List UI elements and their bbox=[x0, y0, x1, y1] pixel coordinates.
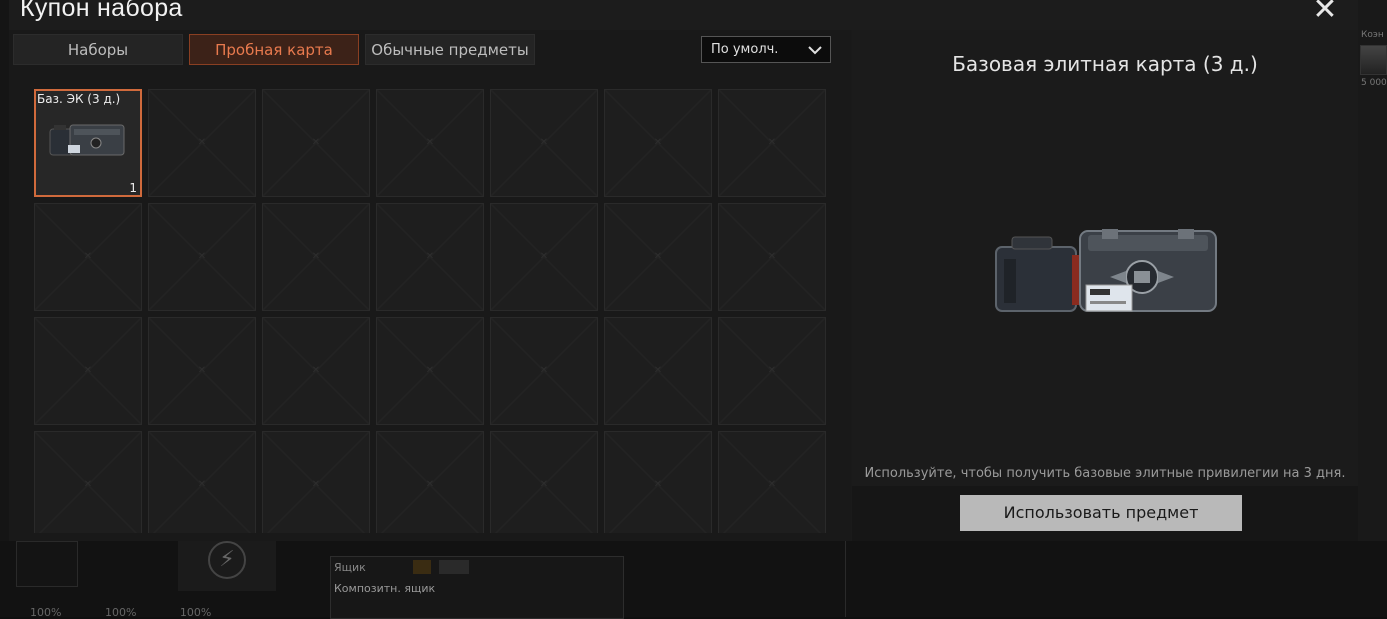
item-detail-description: Используйте, чтобы получить базовые элит… bbox=[864, 466, 1346, 481]
inventory-slot[interactable]: ✕ bbox=[718, 317, 826, 425]
empty-slot-icon: ✕ bbox=[767, 479, 777, 490]
empty-slot-icon: ✕ bbox=[653, 479, 663, 490]
tab-trial-card[interactable]: Пробная карта bbox=[189, 34, 359, 65]
item-detail-title: Базовая элитная карта (3 д.) bbox=[952, 52, 1258, 76]
background-slot bbox=[16, 541, 78, 587]
background-right-label: Коэн bbox=[1361, 30, 1384, 40]
inventory-slot[interactable]: ✕ bbox=[718, 89, 826, 197]
empty-slot-icon: ✕ bbox=[311, 479, 321, 490]
lightning-icon: ⚡ bbox=[208, 541, 246, 579]
dialog-title: Купон набора bbox=[20, 0, 183, 22]
set-coupon-dialog: Купон набора ✕ Наборы Пробная карта Обыч… bbox=[9, 0, 1358, 541]
empty-slot-icon: ✕ bbox=[311, 251, 321, 262]
inventory-slot[interactable]: ✕ bbox=[376, 89, 484, 197]
background-divider bbox=[845, 541, 846, 617]
empty-slot-icon: ✕ bbox=[197, 251, 207, 262]
inventory-slot[interactable]: ✕ bbox=[262, 431, 370, 533]
dialog-header: Купон набора ✕ bbox=[9, 0, 1358, 30]
pin-icon bbox=[439, 560, 469, 574]
empty-slot-icon: ✕ bbox=[197, 137, 207, 148]
empty-slot-icon: ✕ bbox=[197, 365, 207, 376]
inventory-slot[interactable]: ✕ bbox=[604, 317, 712, 425]
background-crate-subtitle: Композитн. ящик bbox=[334, 582, 436, 595]
inventory-slot[interactable]: ✕ bbox=[490, 203, 598, 311]
empty-slot-icon: ✕ bbox=[311, 365, 321, 376]
inventory-slot[interactable]: ✕ bbox=[376, 203, 484, 311]
inventory-slot[interactable]: ✕ bbox=[376, 317, 484, 425]
empty-slot-icon: ✕ bbox=[653, 251, 663, 262]
background-right-price: 5 000 bbox=[1361, 78, 1387, 88]
empty-slot-icon: ✕ bbox=[83, 479, 93, 490]
empty-slot-icon: ✕ bbox=[539, 137, 549, 148]
use-item-button[interactable]: Использовать предмет bbox=[960, 495, 1242, 531]
background-crate-card: Ящик Композитн. ящик bbox=[330, 556, 624, 619]
inventory-slot[interactable]: ✕ bbox=[148, 89, 256, 197]
shield-icon bbox=[413, 560, 431, 574]
inventory-panel: Наборы Пробная карта Обычные предметы По… bbox=[9, 30, 851, 541]
inventory-slot[interactable]: ✕ bbox=[604, 431, 712, 533]
inventory-slot[interactable]: ✕ bbox=[376, 431, 484, 533]
inventory-slot[interactable]: Баз. ЭК (3 д.) 1 bbox=[34, 89, 142, 197]
close-icon[interactable]: ✕ bbox=[1311, 0, 1339, 25]
inventory-slot[interactable]: ✕ bbox=[718, 203, 826, 311]
empty-slot-icon: ✕ bbox=[767, 137, 777, 148]
inventory-slot[interactable]: ✕ bbox=[490, 431, 598, 533]
background-right-panel: Коэн 5 000 bbox=[1358, 0, 1387, 617]
inventory-slot[interactable]: ✕ bbox=[148, 431, 256, 533]
empty-slot-icon: ✕ bbox=[767, 365, 777, 376]
empty-slot-icon: ✕ bbox=[653, 137, 663, 148]
inventory-grid: Баз. ЭК (3 д.) 1 ✕ ✕ ✕ ✕ ✕ ✕ ✕ ✕ ✕ ✕ ✕ ✕… bbox=[34, 89, 827, 533]
sort-dropdown-value: По умолч. bbox=[711, 42, 779, 57]
background-lightning-panel: ⚡ bbox=[178, 535, 276, 591]
background-left-strip bbox=[0, 0, 9, 617]
inventory-slot[interactable]: ✕ bbox=[262, 203, 370, 311]
background-crate-title: Ящик bbox=[334, 561, 366, 574]
empty-slot-icon: ✕ bbox=[425, 365, 435, 376]
empty-slot-icon: ✕ bbox=[425, 251, 435, 262]
inventory-slot[interactable]: ✕ bbox=[148, 203, 256, 311]
chevron-down-icon bbox=[808, 46, 822, 55]
item-label: Баз. ЭК (3 д.) bbox=[37, 92, 121, 106]
empty-slot-icon: ✕ bbox=[539, 251, 549, 262]
inventory-slot[interactable]: ✕ bbox=[718, 431, 826, 533]
inventory-slot[interactable]: ✕ bbox=[490, 317, 598, 425]
inventory-slot[interactable]: ✕ bbox=[34, 431, 142, 533]
empty-slot-icon: ✕ bbox=[311, 137, 321, 148]
empty-slot-icon: ✕ bbox=[83, 251, 93, 262]
empty-slot-icon: ✕ bbox=[767, 251, 777, 262]
empty-slot-icon: ✕ bbox=[425, 137, 435, 148]
case-icon bbox=[49, 124, 125, 156]
item-detail-panel: Базовая элитная карта (3 д.) Используйте… bbox=[852, 30, 1358, 541]
action-bar: Использовать предмет bbox=[852, 486, 1358, 541]
inventory-slot[interactable]: ✕ bbox=[490, 89, 598, 197]
item-count: 1 bbox=[129, 181, 137, 195]
empty-slot-icon: ✕ bbox=[539, 479, 549, 490]
background-thumbnail bbox=[1360, 45, 1387, 75]
tab-sets[interactable]: Наборы bbox=[13, 34, 183, 65]
empty-slot-icon: ✕ bbox=[425, 479, 435, 490]
inventory-slot[interactable]: ✕ bbox=[34, 203, 142, 311]
empty-slot-icon: ✕ bbox=[653, 365, 663, 376]
inventory-slot[interactable]: ✕ bbox=[34, 317, 142, 425]
background-stats: 100% 100% 100% bbox=[30, 606, 212, 619]
inventory-slot[interactable]: ✕ bbox=[262, 89, 370, 197]
sort-dropdown[interactable]: По умолч. bbox=[701, 36, 831, 63]
empty-slot-icon: ✕ bbox=[197, 479, 207, 490]
inventory-slot[interactable]: ✕ bbox=[262, 317, 370, 425]
tab-regular-items[interactable]: Обычные предметы bbox=[365, 34, 535, 65]
inventory-slot[interactable]: ✕ bbox=[604, 89, 712, 197]
empty-slot-icon: ✕ bbox=[83, 365, 93, 376]
inventory-slot[interactable]: ✕ bbox=[148, 317, 256, 425]
empty-slot-icon: ✕ bbox=[539, 365, 549, 376]
case-icon bbox=[995, 229, 1217, 312]
inventory-slot[interactable]: ✕ bbox=[604, 203, 712, 311]
